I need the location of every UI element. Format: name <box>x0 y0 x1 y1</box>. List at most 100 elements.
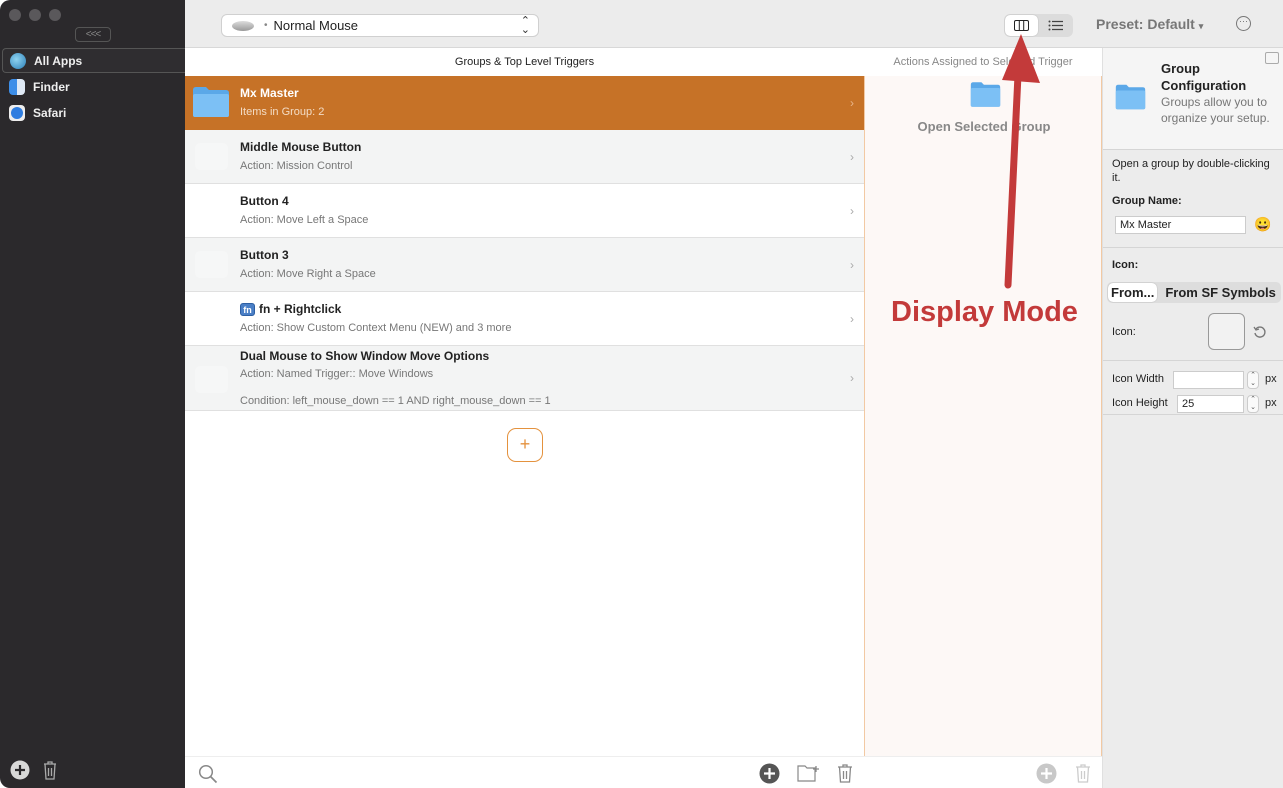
unit-label: px <box>1265 397 1277 409</box>
trigger-title: Middle Mouse Button <box>240 140 362 154</box>
trigger-row[interactable]: Button 4 Action: Move Left a Space › <box>185 184 864 238</box>
bottom-toolbar <box>185 756 1102 788</box>
sidebar-item-label: Safari <box>33 105 67 120</box>
trigger-icon-placeholder <box>195 366 228 393</box>
toolbar: • Normal Mouse ⌃ ⌄ Preset: Default ▾ ⋯ <box>185 0 1283 48</box>
trigger-subtitle: Action: Show Custom Context Menu (NEW) a… <box>240 322 512 334</box>
mouse-icon <box>232 20 254 31</box>
add-action-icon[interactable] <box>1036 763 1057 784</box>
trigger-row[interactable]: Middle Mouse Button Action: Mission Cont… <box>185 130 864 184</box>
trigger-row[interactable]: fn fn + Rightclick Action: Show Custom Co… <box>185 292 864 346</box>
sidebar-item-safari[interactable]: Safari <box>2 100 185 125</box>
trigger-subtitle: Action: Mission Control <box>240 160 353 172</box>
trigger-row[interactable]: Button 3 Action: Move Right a Space › <box>185 238 864 292</box>
delete-trigger-icon[interactable] <box>837 763 853 783</box>
trigger-icon-placeholder <box>195 251 228 278</box>
trigger-row-group[interactable]: Mx Master Items in Group: 2 › <box>185 76 864 130</box>
chevron-right-icon: › <box>850 311 854 326</box>
group-name-input[interactable]: Mx Master <box>1115 216 1246 234</box>
unit-label: px <box>1265 373 1277 385</box>
trigger-row[interactable]: Dual Mouse to Show Window Move Options A… <box>185 346 864 411</box>
actions-panel: Open Selected Group <box>864 76 1102 756</box>
add-trigger-icon[interactable] <box>759 763 780 784</box>
caret-down-icon: ▾ <box>1198 21 1204 31</box>
minimize-window-button[interactable] <box>29 9 41 21</box>
icon-height-label: Icon Height <box>1112 397 1168 409</box>
folder-icon <box>193 87 229 117</box>
device-type-label: Normal Mouse <box>273 18 359 33</box>
icon-source-tabs: From... From SF Symbols <box>1107 282 1281 303</box>
trigger-title: Mx Master <box>240 86 299 100</box>
preset-selector[interactable]: Preset: Default ▾ <box>1096 16 1203 32</box>
preset-label: Preset: Default <box>1096 16 1195 32</box>
icon-well[interactable] <box>1208 313 1245 350</box>
sidebar-item-label: Finder <box>33 79 70 94</box>
columns-icon <box>1013 20 1029 31</box>
finder-icon <box>9 78 25 95</box>
sidebar-item-all-apps[interactable]: All Apps <box>2 48 185 73</box>
chevron-right-icon: › <box>850 257 854 272</box>
group-name-label: Group Name: <box>1112 195 1182 207</box>
sidebar-item-finder[interactable]: Finder <box>2 74 185 99</box>
trigger-condition: Condition: left_mouse_down == 1 AND righ… <box>240 395 551 407</box>
collapse-sidebar-button[interactable]: <<< <box>75 27 111 42</box>
icon-section-label: Icon: <box>1112 259 1139 271</box>
add-app-button[interactable] <box>10 760 30 780</box>
actions-column-header: Actions Assigned to Selected Trigger <box>864 48 1102 76</box>
chevron-right-icon: › <box>850 203 854 218</box>
chevron-right-icon: › <box>850 371 854 385</box>
trigger-title: Dual Mouse to Show Window Move Options <box>240 349 490 363</box>
trigger-subtitle: Action: Named Trigger:: Move Windows <box>240 368 434 380</box>
display-mode-toggle <box>1004 14 1073 37</box>
icon-width-input[interactable] <box>1173 371 1244 389</box>
icon-width-label: Icon Width <box>1112 373 1164 385</box>
trigger-title: fn + Rightclick <box>259 302 342 316</box>
triggers-column-header: Groups & Top Level Triggers <box>454 56 595 68</box>
chevron-up-down-icon: ⌃ ⌄ <box>520 15 530 36</box>
zoom-window-button[interactable] <box>49 9 61 21</box>
close-window-button[interactable] <box>9 9 21 21</box>
fn-key-icon: fn <box>240 302 255 316</box>
icon-height-input[interactable]: 25 <box>1177 395 1244 413</box>
config-title-line2: Configuration <box>1161 78 1247 93</box>
chevron-right-icon: › <box>850 149 854 164</box>
open-selected-group-button[interactable]: Open Selected Group <box>865 119 1103 134</box>
app-sidebar: <<< All Apps Finder Safari <box>0 0 185 788</box>
trigger-icon-placeholder <box>195 143 228 170</box>
tab-from-sf-symbols[interactable]: From SF Symbols <box>1165 285 1276 300</box>
trigger-list: Mx Master Items in Group: 2 › Middle Mou… <box>185 76 864 756</box>
more-options-icon[interactable]: ⋯ <box>1236 16 1251 31</box>
config-description: Groups allow you to organize your setup. <box>1161 95 1270 125</box>
config-hint: Open a group by double-clicking it. <box>1112 158 1270 184</box>
add-trigger-button[interactable]: + <box>507 428 543 462</box>
annotation-label: Display Mode <box>891 296 1078 328</box>
icon-height-stepper[interactable]: ⌃ ⌄ <box>1247 395 1259 413</box>
safari-icon <box>9 104 25 121</box>
reset-icon[interactable] <box>1253 325 1267 339</box>
device-type-select[interactable]: • Normal Mouse ⌃ ⌄ <box>221 14 539 37</box>
globe-icon <box>10 52 26 69</box>
column-view-button[interactable] <box>1005 15 1038 36</box>
emoji-picker-button[interactable]: 😀 <box>1254 216 1271 233</box>
folder-icon <box>1115 84 1146 110</box>
icon-width-stepper[interactable]: ⌃ ⌄ <box>1247 371 1259 389</box>
bullet: • <box>264 20 268 31</box>
search-icon[interactable] <box>198 764 218 784</box>
trigger-subtitle: Action: Move Right a Space <box>240 268 376 280</box>
trigger-subtitle: Action: Move Left a Space <box>240 214 369 226</box>
delete-action-icon[interactable] <box>1075 763 1091 783</box>
trigger-title: Button 3 <box>240 248 289 262</box>
chevron-right-icon: › <box>850 96 854 110</box>
trigger-subtitle: Items in Group: 2 <box>240 106 325 118</box>
trigger-title: Button 4 <box>240 194 289 208</box>
sidebar-item-label: All Apps <box>34 53 83 68</box>
tab-from-file[interactable]: From... <box>1108 283 1158 302</box>
list-view-button[interactable] <box>1040 15 1073 36</box>
delete-app-button[interactable] <box>42 760 58 780</box>
list-icon <box>1048 20 1064 31</box>
group-configuration-panel: Group Configuration Groups allow you to … <box>1102 48 1283 788</box>
new-group-icon[interactable] <box>797 763 821 783</box>
icon-label: Icon: <box>1112 326 1136 338</box>
panel-toggle-icon[interactable] <box>1265 52 1279 64</box>
config-title-line1: Group <box>1161 61 1200 76</box>
